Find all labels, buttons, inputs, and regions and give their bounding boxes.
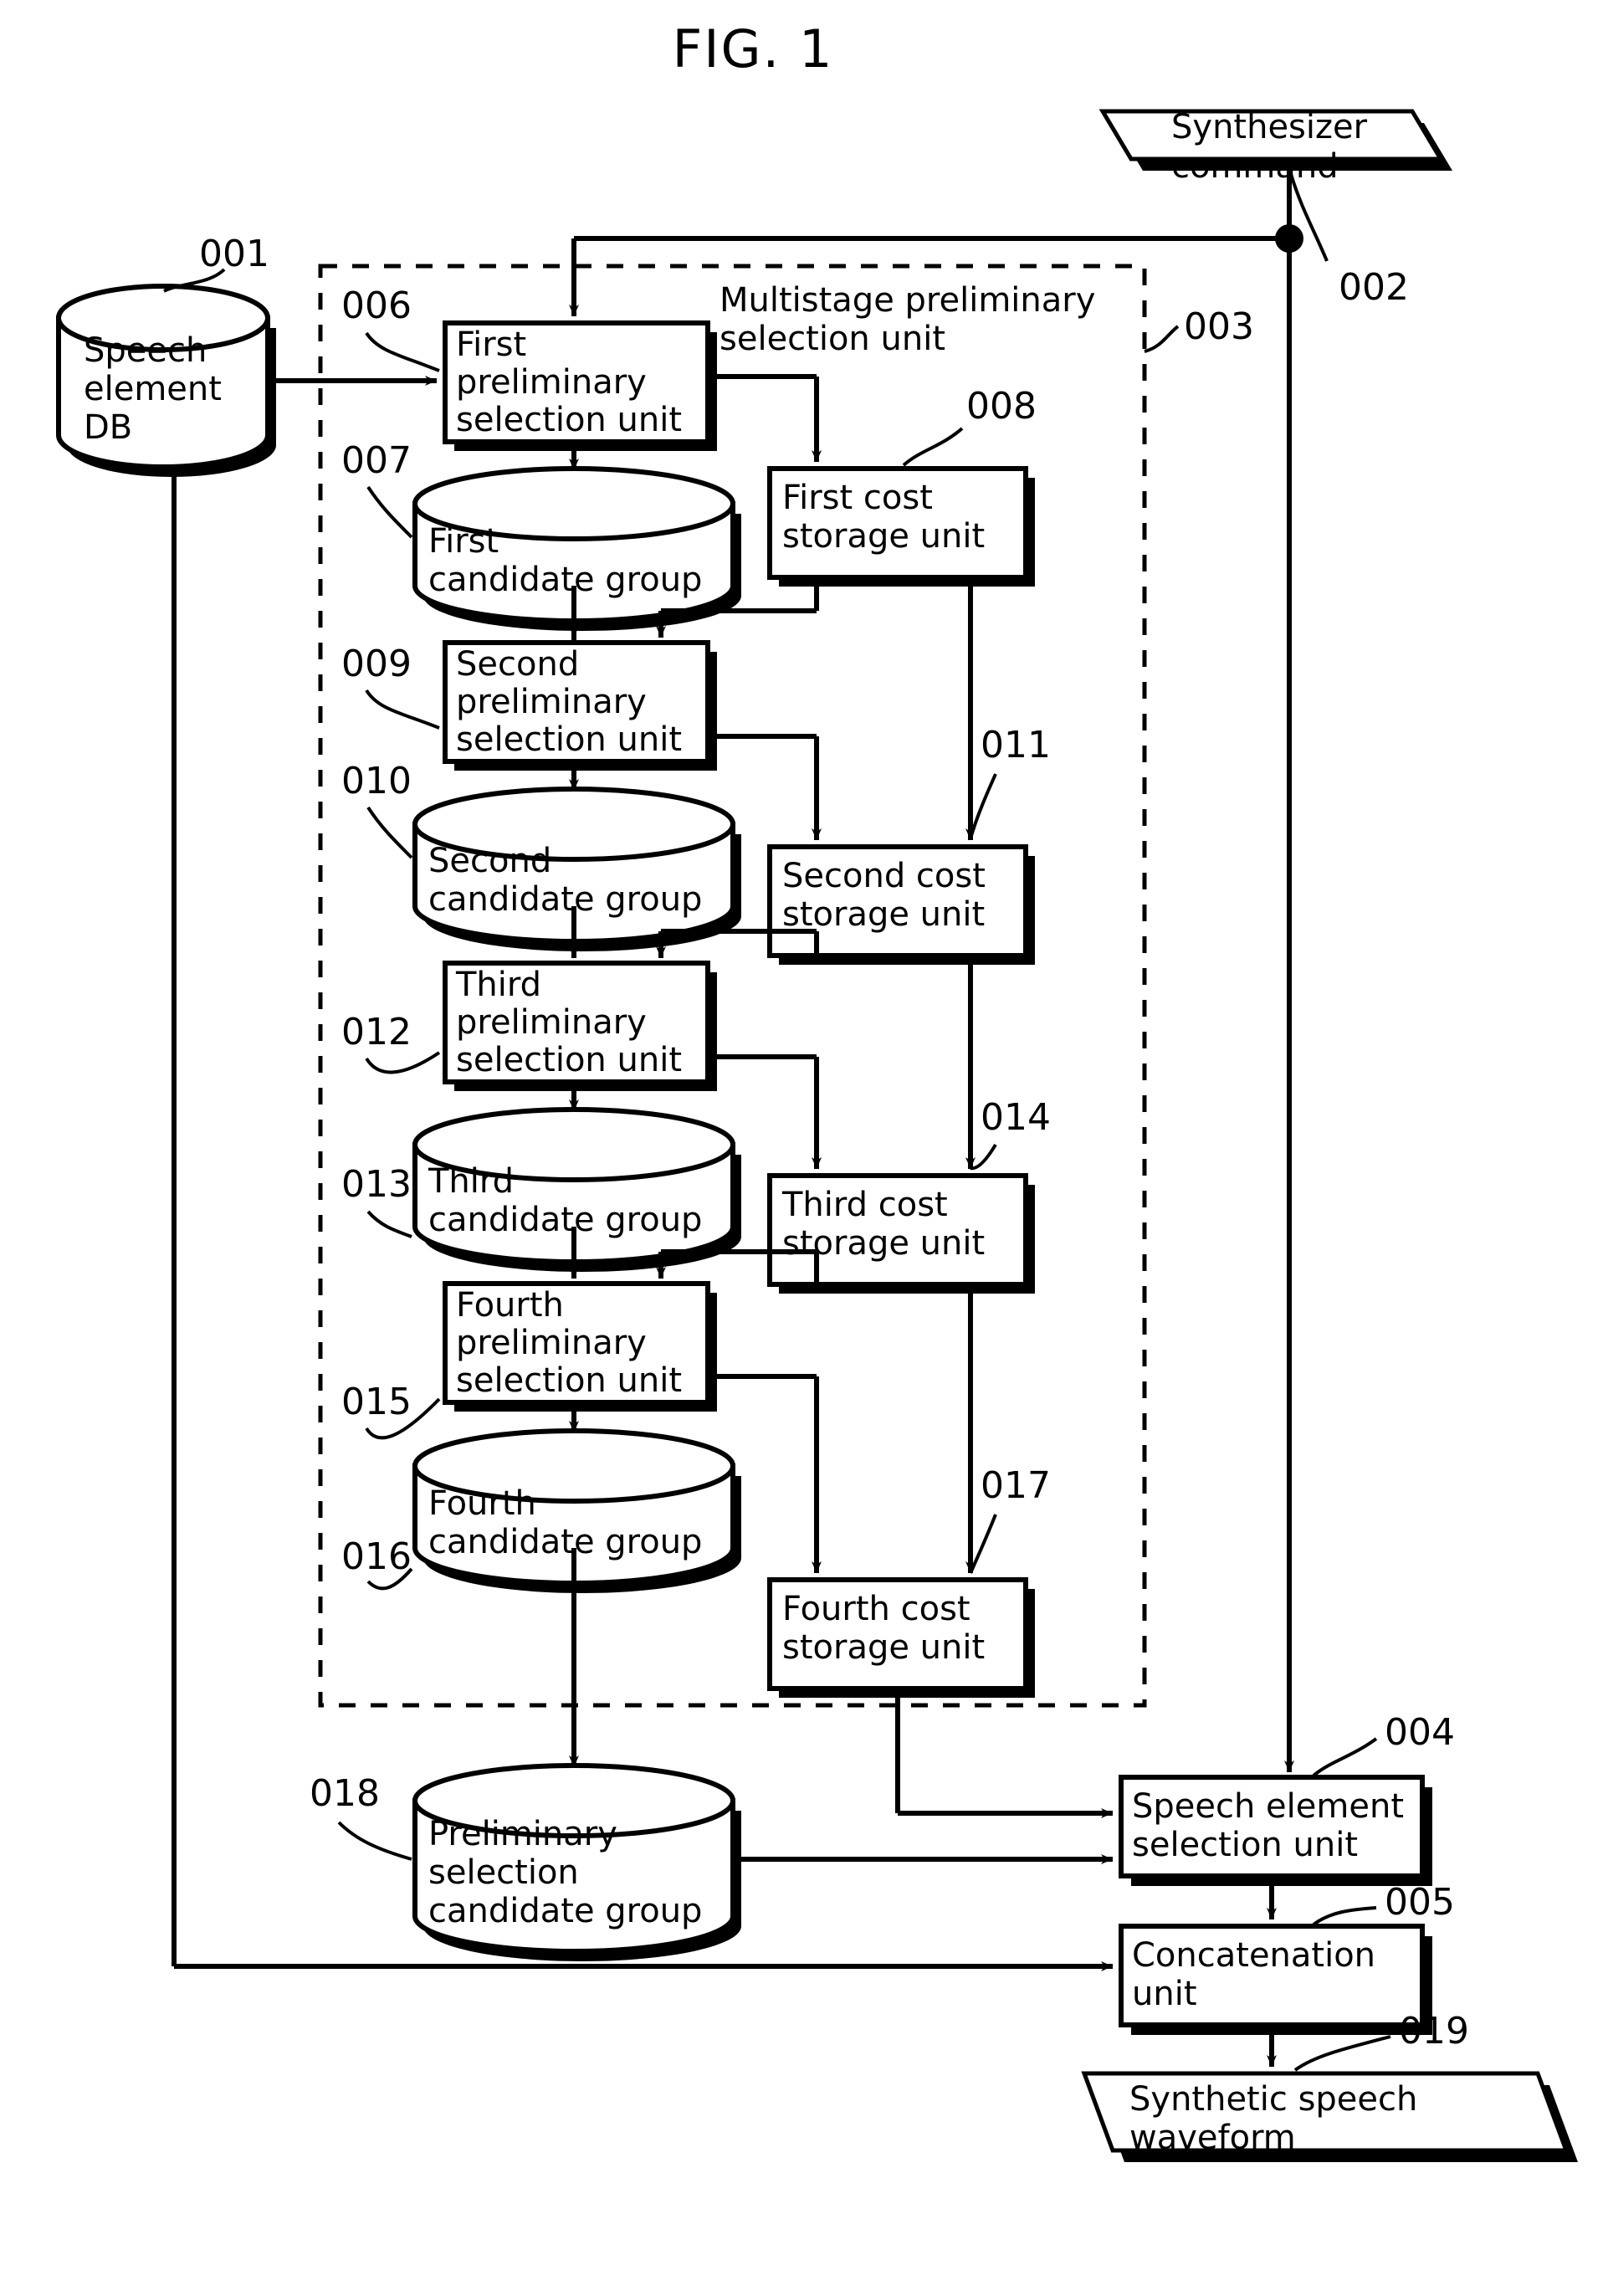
ref-017: 017 — [981, 1464, 1051, 1507]
junction-dot — [1275, 224, 1303, 253]
second-candidate-group-line1: Second — [428, 842, 551, 880]
ref-019: 019 — [1399, 2010, 1469, 2053]
third-preliminary-selection-unit-line1: Third — [455, 966, 541, 1004]
leader-004 — [1312, 1737, 1378, 1777]
first-candidate-group-line2: candidate group — [428, 561, 702, 599]
leader-010 — [366, 806, 413, 859]
preliminary-selection-candidate-group-line1: Preliminary — [428, 1815, 617, 1853]
leader-003 — [1144, 325, 1180, 353]
leader-013 — [366, 1210, 412, 1238]
figure-canvas: FIG. 1 Multistage preliminary selection … — [0, 0, 1608, 2293]
first-preliminary-selection-unit-line2: preliminary — [456, 363, 647, 402]
leader-017 — [969, 1514, 997, 1574]
ref-006: 006 — [341, 284, 412, 327]
synthetic-speech-waveform-line1: Synthetic speech — [1129, 2080, 1417, 2119]
fourth-candidate-group-line2: candidate group — [428, 1523, 702, 1561]
third-preliminary-selection-unit-line2: preliminary — [456, 1003, 647, 1042]
concatenation-unit-line2: unit — [1132, 1975, 1197, 2013]
leader-014 — [970, 1143, 997, 1171]
fourth-preliminary-selection-unit-line2: preliminary — [456, 1324, 647, 1362]
fourth-cost-storage-unit-line1: Fourth cost — [782, 1590, 970, 1628]
second-preliminary-selection-unit-line2: preliminary — [456, 683, 647, 721]
ref-002: 002 — [1339, 266, 1409, 309]
ref-012: 012 — [341, 1011, 412, 1053]
leader-007 — [366, 485, 413, 539]
speech-element-db-line2: element — [84, 370, 222, 408]
speech-element-db-line3: DB — [84, 408, 132, 447]
synthetic-speech-waveform-line2: waveform — [1129, 2119, 1296, 2157]
first-cost-storage-unit-line2: storage unit — [782, 517, 985, 556]
ref-011: 011 — [981, 724, 1051, 766]
leader-019 — [1293, 2035, 1391, 2072]
ref-005: 005 — [1385, 1881, 1455, 1924]
preliminary-selection-candidate-group-line2: selection — [428, 1853, 579, 1892]
multistage-unit-label-line1: Multistage preliminary — [720, 281, 1095, 320]
ref-018: 018 — [310, 1772, 380, 1815]
second-cost-storage-unit-line1: Second cost — [782, 857, 986, 895]
second-candidate-group-line2: candidate group — [428, 880, 702, 919]
first-cost-storage-unit-line1: First cost — [782, 479, 933, 517]
leader-005 — [1312, 1906, 1377, 1926]
ref-010: 010 — [341, 760, 412, 802]
fourth-preliminary-selection-unit-line1: Fourth — [456, 1286, 564, 1325]
third-cost-storage-unit-line2: storage unit — [782, 1224, 985, 1263]
third-preliminary-selection-unit-line3: selection unit — [456, 1041, 682, 1079]
first-preliminary-selection-unit-line3: selection unit — [456, 401, 682, 439]
second-cost-storage-unit-line2: storage unit — [782, 895, 985, 934]
synthesizer-command-line1: Synthesizer — [1171, 108, 1368, 146]
speech-element-selection-unit-line1: Speech element — [1132, 1787, 1404, 1826]
ref-016: 016 — [341, 1535, 412, 1578]
second-preliminary-selection-unit-line1: Second — [456, 645, 579, 684]
third-candidate-group-line2: candidate group — [428, 1201, 702, 1239]
fourth-candidate-group-line1: Fourth — [428, 1484, 536, 1523]
leader-011 — [969, 773, 997, 839]
first-candidate-group-line1: First — [428, 522, 499, 561]
leader-008 — [902, 427, 964, 467]
leader-018 — [337, 1821, 412, 1861]
ref-007: 007 — [341, 439, 412, 482]
third-candidate-group-line1: Third — [428, 1162, 514, 1201]
ref-008: 008 — [966, 385, 1037, 428]
leader-009 — [365, 689, 440, 730]
ref-001: 001 — [199, 233, 269, 275]
speech-element-selection-unit-line2: selection unit — [1132, 1826, 1358, 1864]
fourth-preliminary-selection-unit-line3: selection unit — [456, 1361, 682, 1400]
patent-figure-svg: FIG. 1 Multistage preliminary selection … — [56, 18, 1578, 2162]
concatenation-unit-line1: Concatenation — [1132, 1936, 1375, 1975]
synthesizer-command-line2: command — [1171, 147, 1339, 186]
leader-012 — [365, 1051, 441, 1074]
multistage-unit-label-line2: selection unit — [720, 320, 945, 358]
ref-014: 014 — [981, 1096, 1051, 1139]
third-cost-storage-unit-line1: Third cost — [781, 1186, 948, 1224]
second-preliminary-selection-unit-line3: selection unit — [456, 720, 682, 759]
ref-013: 013 — [341, 1163, 412, 1206]
ref-003: 003 — [1184, 305, 1254, 348]
page-title: FIG. 1 — [673, 18, 834, 79]
ref-004: 004 — [1385, 1711, 1455, 1754]
fourth-cost-storage-unit-line2: storage unit — [782, 1628, 985, 1667]
first-preliminary-selection-unit-line1: First — [456, 325, 526, 364]
ref-015: 015 — [341, 1381, 412, 1423]
ref-009: 009 — [341, 643, 412, 685]
preliminary-selection-candidate-group-line3: candidate group — [428, 1892, 702, 1930]
speech-element-db-line1: Speech — [84, 331, 207, 370]
leader-006 — [365, 331, 440, 372]
